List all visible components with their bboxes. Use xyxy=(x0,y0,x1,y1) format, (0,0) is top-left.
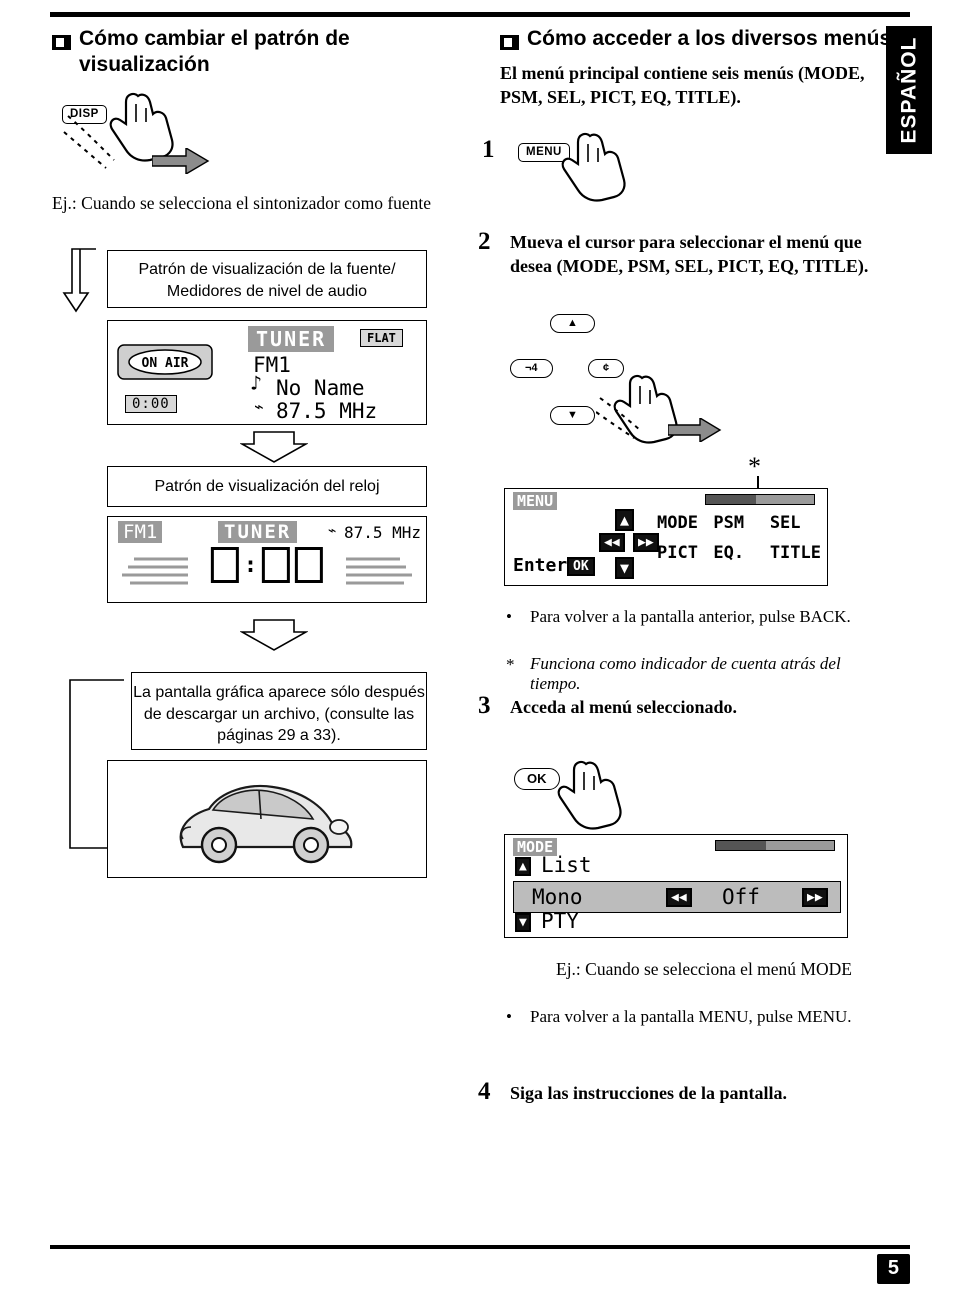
on-air-icon: ON AIR xyxy=(117,344,213,380)
box-clock-pattern-text: Patrón de visualización del reloj xyxy=(154,478,380,495)
lcd-menu-display: MENU ▲ ◀◀ ▶▶ ▼ Enter OK MODE PSM SEL PIC… xyxy=(504,488,828,586)
mode-example-label: Ej.: Cuando se selecciona el menú MODE xyxy=(556,959,852,979)
step-4-text: Siga las instrucciones de la pantalla. xyxy=(510,1083,788,1103)
lcd-tuner-name: No Name xyxy=(276,376,365,400)
lcd-mode-row3[interactable]: PTY xyxy=(541,909,579,933)
note-star: * Funciona como indicador de cuenta atrá… xyxy=(506,654,862,694)
beetle-illustration xyxy=(108,761,426,877)
lcd-mode-row2-label: Mono xyxy=(532,885,583,909)
step-1-number: 1 xyxy=(482,136,495,163)
bullet-square-icon xyxy=(52,35,71,50)
step-3-number: 3 xyxy=(478,692,491,719)
right-intro: El menú principal contiene seis menús (M… xyxy=(500,63,865,107)
box-graphic-note-text: La pantalla gráfica aparece sólo después… xyxy=(133,684,425,745)
lcd-menu-item-psm[interactable]: PSM xyxy=(713,513,763,533)
box-graphic-note: La pantalla gráfica aparece sólo después… xyxy=(131,672,427,750)
level-meter-right xyxy=(346,557,412,585)
lcd-clock-time: : xyxy=(210,547,324,583)
lcd-clock-freq: 87.5 MHz xyxy=(344,523,422,542)
lcd-tuner-freq: 87.5 MHz xyxy=(276,399,378,423)
lcd-tuner-title: TUNER xyxy=(248,326,335,352)
lcd-menu-item-pict[interactable]: PICT xyxy=(657,543,707,563)
lcd-clock-display: FM1 TUNER 87.5 MHz ⌁ : xyxy=(107,516,427,603)
lcd-menu-item-title[interactable]: TITLE xyxy=(770,543,821,563)
step-2-number: 2 xyxy=(478,228,491,255)
lcd-menu-items: MODE PSM SEL PICT EQ. TITLE xyxy=(657,513,821,563)
lcd-mode-row2-value: Off xyxy=(722,885,760,909)
note-menu: • Para volver a la pantalla MENU, pulse … xyxy=(506,1006,862,1029)
lcd-menu-item-eq[interactable]: EQ. xyxy=(713,543,763,563)
lcd-tuner-display: ON AIR 0:00 TUNER FLAT FM1 No Name ♪ 87.… xyxy=(107,320,427,425)
lcd-menu-item-sel[interactable]: SEL xyxy=(770,513,821,533)
page-number: 5 xyxy=(876,1254,910,1284)
lcd-menu-enter-label: Enter xyxy=(513,555,568,576)
cursor-down-button[interactable]: ▼ xyxy=(550,405,595,425)
note-star-mark: * xyxy=(506,655,515,674)
lcd-mode-down-icon: ▼ xyxy=(515,913,531,932)
left-heading: Cómo cambiar el patrón de visualización xyxy=(79,27,350,76)
lcd-mode-up-icon: ▲ xyxy=(515,857,531,876)
left-example-label: Ej.: Cuando se selecciona el sintonizado… xyxy=(52,193,432,213)
manual-page: ESPAÑOL Cómo cambiar el patrón de visual… xyxy=(0,0,960,1293)
lcd-tuner-flat: FLAT xyxy=(360,329,403,347)
lcd-menu-enter-key: OK xyxy=(567,557,595,576)
lcd-clock-title: TUNER xyxy=(218,521,298,543)
cursor-up-button[interactable]: ▲ xyxy=(550,313,595,333)
step-2-text: Mueva el cursor para seleccionar el menú… xyxy=(510,232,869,276)
left-section-header: Cómo cambiar el patrón de visualización xyxy=(52,26,422,77)
note-back-text: Para volver a la pantalla anterior, puls… xyxy=(530,607,851,626)
bullet-square-icon-right xyxy=(500,35,519,50)
lcd-nav-left-icon: ◀◀ xyxy=(599,533,625,552)
beetle-photo xyxy=(107,760,427,878)
note-menu-bullet-icon: • xyxy=(506,1007,512,1026)
note-bullet-icon: • xyxy=(506,607,512,626)
lcd-mode-progress-bar xyxy=(715,840,835,851)
lcd-menu-progress-bar xyxy=(705,494,815,505)
left-bracket-arrow xyxy=(62,248,96,313)
arrow-right-icon-2 xyxy=(668,418,722,442)
lcd-menu-item-mode[interactable]: MODE xyxy=(657,513,707,533)
box-source-pattern: Patrón de visualización de la fuente/ Me… xyxy=(107,250,427,308)
bottom-rule xyxy=(50,1245,910,1249)
step-3-text: Acceda al menú seleccionado. xyxy=(510,697,737,717)
hand-pointer-icon-ok xyxy=(557,760,622,830)
arrow-down-icon-2 xyxy=(240,619,308,651)
note-menu-text: Para volver a la pantalla MENU, pulse ME… xyxy=(530,1007,852,1026)
lcd-nav-up-icon: ▲ xyxy=(615,509,635,531)
arrow-down-icon-1 xyxy=(240,431,308,463)
lcd-tuner-clock: 0:00 xyxy=(125,395,177,413)
lcd-nav-down-icon: ▼ xyxy=(615,557,635,579)
lcd-menu-header: MENU xyxy=(513,492,558,510)
language-tab-label: ESPAÑOL xyxy=(897,36,920,144)
lcd-tuner-antenna-icon: ⌁ xyxy=(254,397,264,416)
right-section-header: Cómo acceder a los diversos menús xyxy=(500,26,900,52)
lcd-nav-right-icon: ▶▶ xyxy=(633,533,659,552)
box-source-pattern-text: Patrón de visualización de la fuente/ Me… xyxy=(138,261,396,300)
lcd-clock-band: FM1 xyxy=(118,521,163,543)
lcd-mode-display: MODE ▲ List Mono ◀◀ Off ▶▶ ▼ PTY xyxy=(504,834,848,938)
step-4-number: 4 xyxy=(478,1078,491,1105)
box-clock-pattern: Patrón de visualización del reloj xyxy=(107,466,427,507)
lcd-mode-next-icon[interactable]: ▶▶ xyxy=(802,888,828,907)
cursor-left-button[interactable]: ¬4 xyxy=(510,358,553,378)
hand-pointer-icon-menu xyxy=(561,132,626,202)
level-meter-left xyxy=(122,557,188,585)
note-star-text: Funciona como indicador de cuenta atrás … xyxy=(530,654,841,693)
right-heading: Cómo acceder a los diversos menús xyxy=(527,27,892,50)
svg-text:ON AIR: ON AIR xyxy=(142,356,189,371)
arrow-right-icon xyxy=(152,148,210,174)
lcd-tuner-name-icon: ♪ xyxy=(250,371,263,395)
lcd-mode-prev-icon[interactable]: ◀◀ xyxy=(666,888,692,907)
top-rule xyxy=(50,12,910,17)
note-back: • Para volver a la pantalla anterior, pu… xyxy=(506,606,862,629)
lcd-mode-row1[interactable]: List xyxy=(541,853,592,877)
lcd-clock-antenna-icon: ⌁ xyxy=(328,523,337,539)
